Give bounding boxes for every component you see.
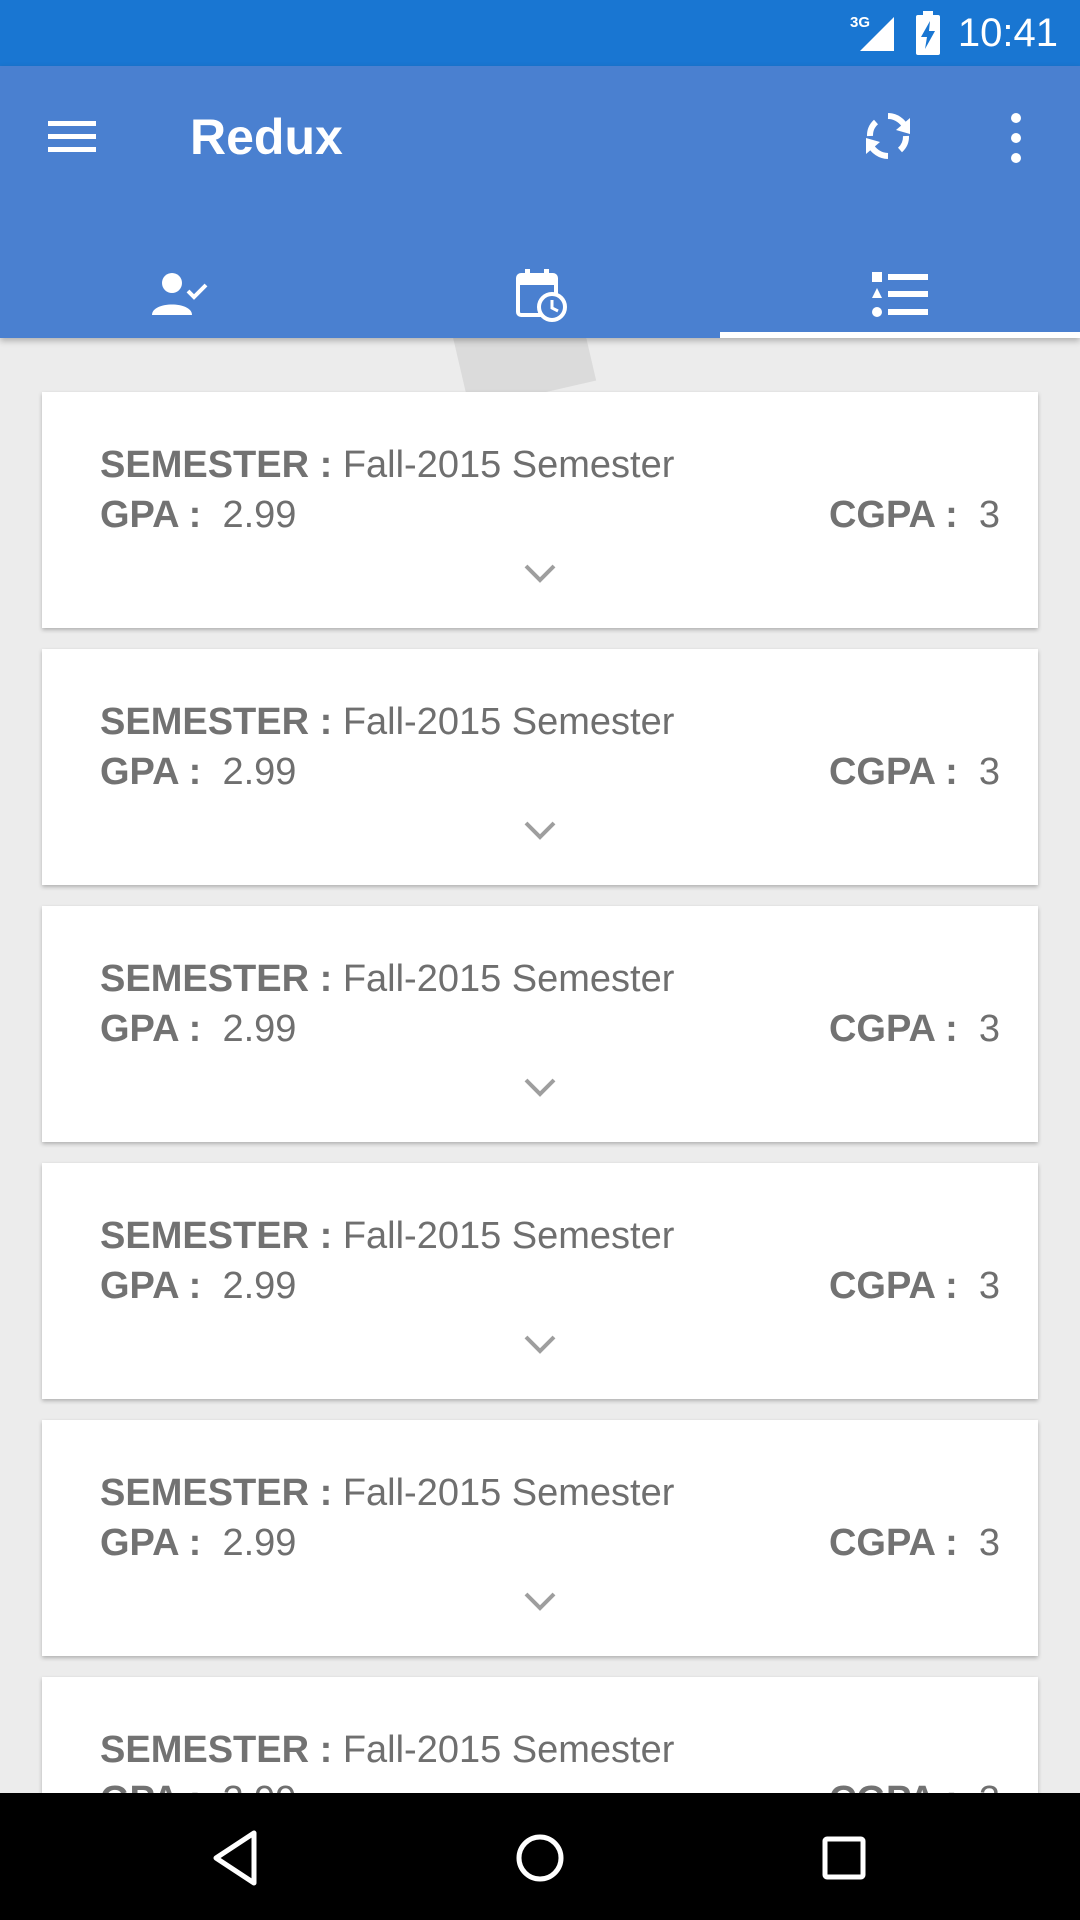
semester-label: SEMESTER : (100, 958, 333, 1000)
cgpa-value: 3 (979, 1779, 1000, 1793)
cgpa-value: 3 (978, 1522, 1000, 1564)
gpa-label: GPA : (100, 494, 202, 536)
semester-name: Fall-2015 Semester (342, 1729, 675, 1771)
network-type-label: 3G (850, 14, 870, 31)
semester-row: SEMESTER : Fall-2015 Semester (100, 1215, 674, 1258)
gpa-block: GPA : 2.99 (100, 751, 296, 794)
cgpa-label: CGPA : (828, 494, 958, 536)
semester-card[interactable]: SEMESTER : Fall-2015 Semester GPA : 2.99 C… (42, 1163, 1038, 1399)
gpa-block: GPA : 2.99 (100, 494, 296, 537)
gpa-value: 2.99 (222, 751, 297, 793)
semester-card[interactable]: SEMESTER : Fall-2015 Semester GPA : 2.99 C… (42, 1677, 1038, 1793)
gpa-value: 2.99 (222, 1522, 297, 1564)
semester-card[interactable]: SEMESTER : Fall-2015 Semester GPA : 2.99 C… (42, 906, 1038, 1142)
cgpa-value: 3 (978, 494, 1000, 536)
navigation-bar (0, 1793, 1080, 1920)
semester-label: SEMESTER : (100, 701, 333, 743)
chevron-down-icon[interactable] (520, 817, 560, 843)
tab-schedule[interactable] (360, 252, 720, 338)
semester-name: Fall-2015 Semester (342, 1215, 675, 1257)
cgpa-value: 3 (978, 1265, 1000, 1307)
status-time: 10:41 (957, 10, 1058, 55)
cgpa-block: CGPA : 3 (829, 1265, 1000, 1308)
semester-card[interactable]: SEMESTER : Fall-2015 Semester GPA : 2.99 C… (42, 649, 1038, 885)
cgpa-block: CGPA : 3 (829, 1779, 1000, 1793)
semester-label: SEMESTER : (100, 1215, 333, 1257)
cgpa-label: CGPA : (828, 1008, 958, 1050)
gpa-block: GPA : 2.99 (100, 1265, 296, 1308)
gpa-label: GPA : (100, 1522, 202, 1564)
cgpa-value: 3 (978, 1008, 1000, 1050)
semester-name: Fall-2015 Semester (342, 1472, 675, 1514)
chevron-down-icon[interactable] (520, 560, 560, 586)
more-options-icon[interactable] (992, 110, 1040, 166)
semester-name: Fall-2015 Semester (342, 444, 675, 486)
semester-label: SEMESTER : (100, 444, 333, 486)
semester-label: SEMESTER : (100, 1729, 333, 1771)
gpa-value: 2.99 (222, 1779, 296, 1793)
cgpa-label: CGPA : (829, 1779, 958, 1793)
gpa-value: 2.99 (222, 1008, 297, 1050)
semester-name: Fall-2015 Semester (342, 701, 675, 743)
app-bar: Redux (0, 66, 1080, 338)
tab-attendance[interactable] (0, 252, 360, 338)
semester-row: SEMESTER : Fall-2015 Semester (100, 1729, 674, 1772)
tab-results[interactable] (720, 252, 1080, 338)
back-icon[interactable] (202, 1823, 272, 1893)
gpa-block: GPA : 2.99 (100, 1779, 296, 1793)
chevron-down-icon[interactable] (520, 1588, 560, 1614)
semester-row: SEMESTER : Fall-2015 Semester (100, 444, 674, 487)
chevron-down-icon[interactable] (520, 1074, 560, 1100)
gpa-label: GPA : (100, 1265, 202, 1307)
tab-bar (0, 252, 1080, 338)
cgpa-label: CGPA : (828, 1265, 958, 1307)
list-icon (872, 272, 928, 317)
status-bar: 3G 10:41 (0, 0, 1080, 66)
cgpa-label: CGPA : (828, 751, 958, 793)
gpa-label: GPA : (100, 1779, 201, 1793)
semester-row: SEMESTER : Fall-2015 Semester (100, 1472, 674, 1515)
semester-row: SEMESTER : Fall-2015 Semester (100, 958, 674, 1001)
recent-apps-icon[interactable] (809, 1823, 879, 1893)
battery-charging-icon (915, 11, 940, 55)
menu-icon[interactable] (40, 112, 104, 162)
person-check-icon (152, 273, 208, 315)
gpa-label: GPA : (100, 1008, 202, 1050)
semester-list[interactable]: ◆ ◆ ◆ SEMESTER : Fall-2015 SemesterGPA :… (0, 338, 1080, 1793)
cgpa-value: 3 (978, 751, 1000, 793)
semester-card[interactable]: SEMESTER : Fall-2015 Semester GPA : 2.99 C… (42, 392, 1038, 628)
semester-card[interactable]: SEMESTER : Fall-2015 Semester GPA : 2.99 C… (42, 1420, 1038, 1656)
semester-label: SEMESTER : (100, 1472, 333, 1514)
gpa-value: 2.99 (222, 1265, 297, 1307)
cgpa-block: CGPA : 3 (829, 1008, 1000, 1051)
semester-row: SEMESTER : Fall-2015 Semester (100, 701, 674, 744)
cgpa-label: CGPA : (828, 1522, 958, 1564)
gpa-value: 2.99 (222, 494, 297, 536)
gpa-block: GPA : 2.99 (100, 1008, 296, 1051)
home-icon[interactable] (505, 1823, 575, 1893)
sync-icon[interactable] (858, 106, 918, 166)
app-title: Redux (190, 109, 343, 165)
cellular-signal-icon: 3G (850, 14, 894, 51)
gpa-label: GPA : (100, 751, 202, 793)
cgpa-block: CGPA : 3 (829, 1522, 1000, 1565)
gpa-block: GPA : 2.99 (100, 1522, 296, 1565)
chevron-down-icon[interactable] (520, 1331, 560, 1357)
calendar-clock-icon (516, 269, 567, 322)
semester-name: Fall-2015 Semester (342, 958, 675, 1000)
cgpa-block: CGPA : 3 (829, 751, 1000, 794)
cgpa-block: CGPA : 3 (829, 494, 1000, 537)
